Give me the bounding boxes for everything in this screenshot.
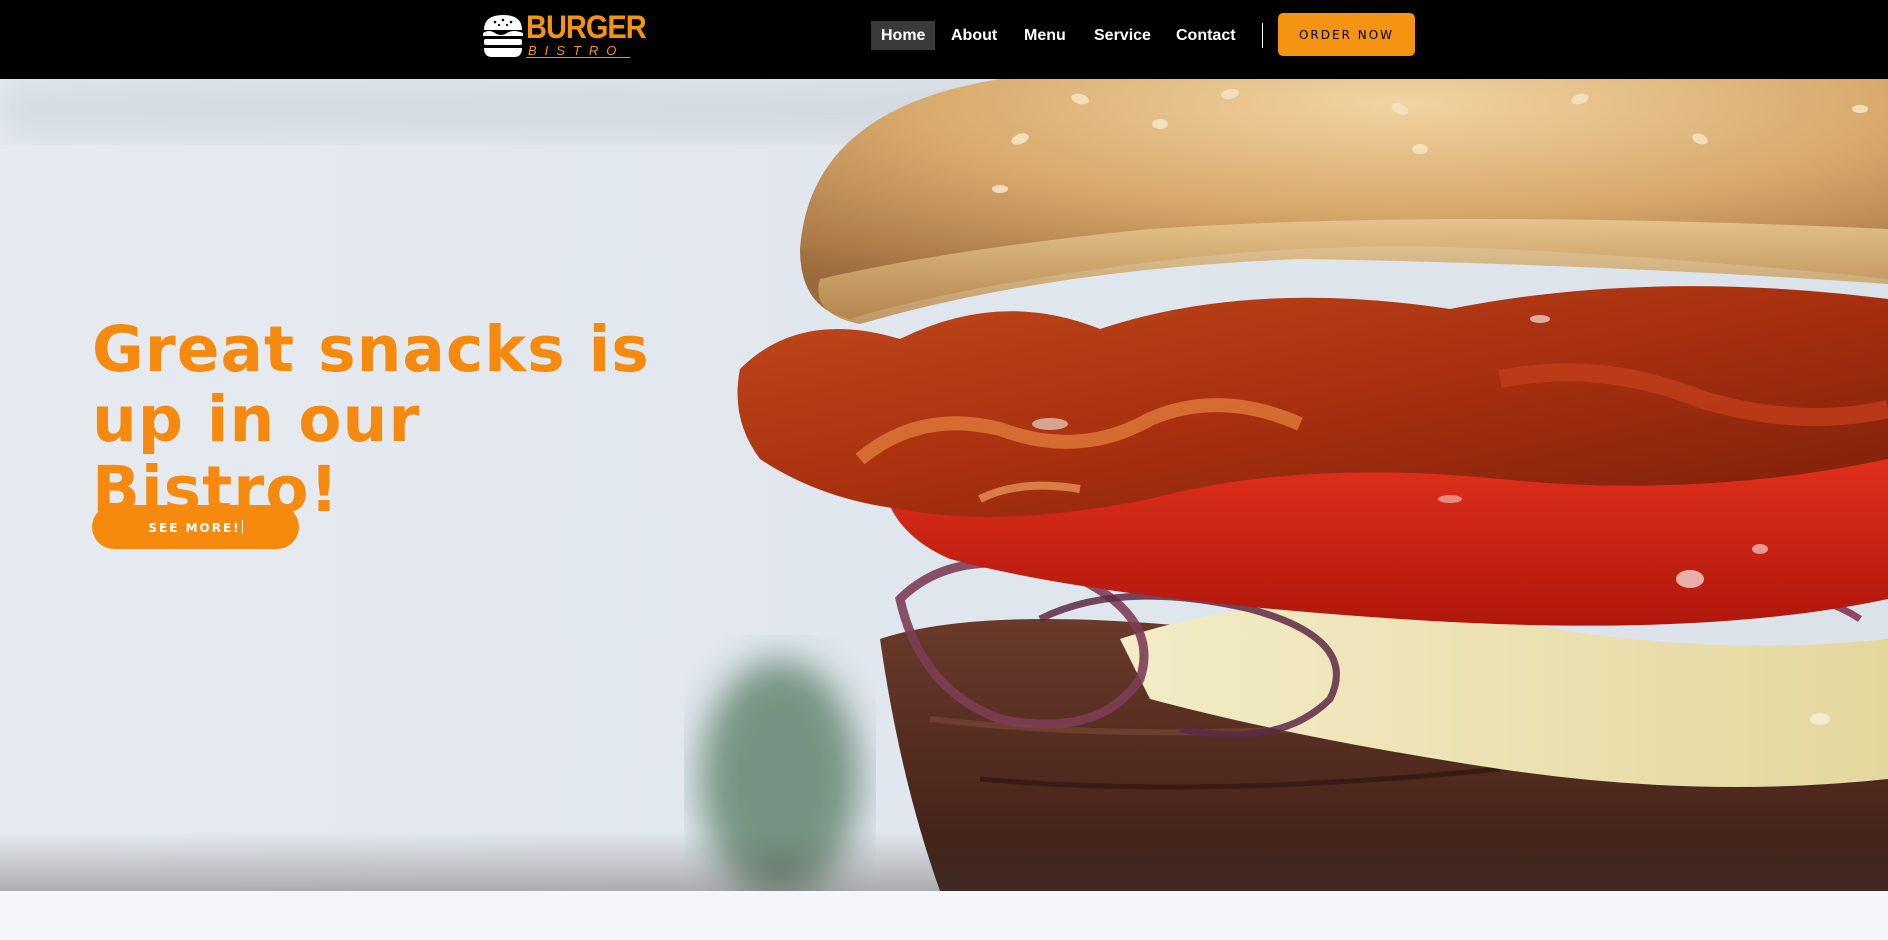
see-more-label: SEE MORE! (148, 521, 241, 535)
next-section-strip (0, 891, 1888, 940)
nav-about[interactable]: About (941, 21, 1007, 50)
hero-title: Great snacks is up in our Bistro! (92, 315, 652, 525)
brand-wordmark: BURGER BISTRO (526, 10, 647, 58)
nav-service[interactable]: Service (1084, 21, 1161, 50)
brand-name-bottom: BISTRO (526, 44, 630, 58)
nav-contact[interactable]: Contact (1166, 21, 1246, 50)
brand-logo[interactable]: BURGER BISTRO (481, 10, 647, 60)
top-navbar: BURGER BISTRO Home About Menu Service Co… (0, 0, 1888, 79)
nav-home[interactable]: Home (871, 21, 936, 50)
nav-menu[interactable]: Menu (1014, 21, 1076, 50)
nav-divider (1262, 23, 1263, 48)
burger-icon (483, 15, 523, 57)
order-now-button[interactable]: ORDER NOW (1278, 13, 1415, 56)
hero-title-line-1: Great snacks is (92, 313, 650, 386)
text-cursor (241, 520, 243, 534)
brand-name-top: BURGER (526, 10, 647, 46)
hero-title-line-2: up in our Bistro! (92, 383, 421, 526)
see-more-button[interactable]: SEE MORE! (92, 505, 299, 549)
hero-banner: Great snacks is up in our Bistro! SEE MO… (0, 79, 1888, 891)
hero-bottom-shade (0, 831, 1888, 891)
